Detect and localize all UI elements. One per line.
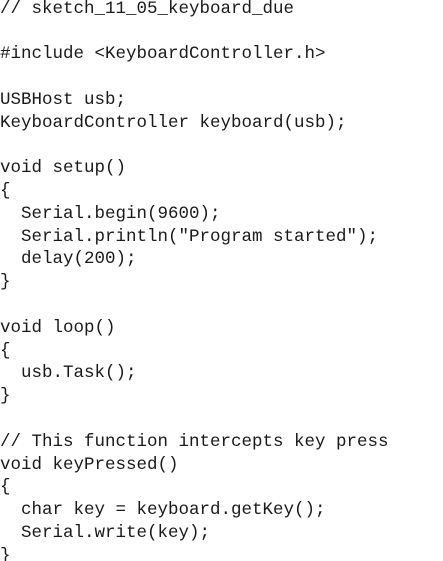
code-line: }: [0, 272, 11, 293]
code-line: #include <KeyboardController.h>: [0, 44, 326, 65]
code-line: USBHost usb;: [0, 89, 127, 110]
code-line: char key = keyboard.getKey();: [0, 500, 326, 521]
code-line: void keyPressed(): [0, 454, 179, 475]
code-line: Serial.begin(9600);: [0, 203, 221, 224]
code-line: void setup(): [0, 158, 127, 179]
code-line: // This function intercepts key press: [0, 431, 389, 452]
code-line: {: [0, 340, 11, 361]
code-line: Serial.write(key);: [0, 522, 211, 543]
code-line: }: [0, 545, 11, 561]
code-line: Serial.println("Program started");: [0, 226, 379, 247]
code-line: }: [0, 386, 11, 407]
code-line: void loop(): [0, 317, 116, 338]
code-line: KeyboardController keyboard(usb);: [0, 112, 347, 133]
code-line: usb.Task();: [0, 363, 137, 384]
code-line: {: [0, 180, 11, 201]
code-listing: // sketch_11_05_keyboard_due #include <Ke…: [0, 0, 443, 561]
code-line: {: [0, 477, 11, 498]
code-line: // sketch_11_05_keyboard_due: [0, 0, 295, 19]
code-line: delay(200);: [0, 249, 137, 270]
